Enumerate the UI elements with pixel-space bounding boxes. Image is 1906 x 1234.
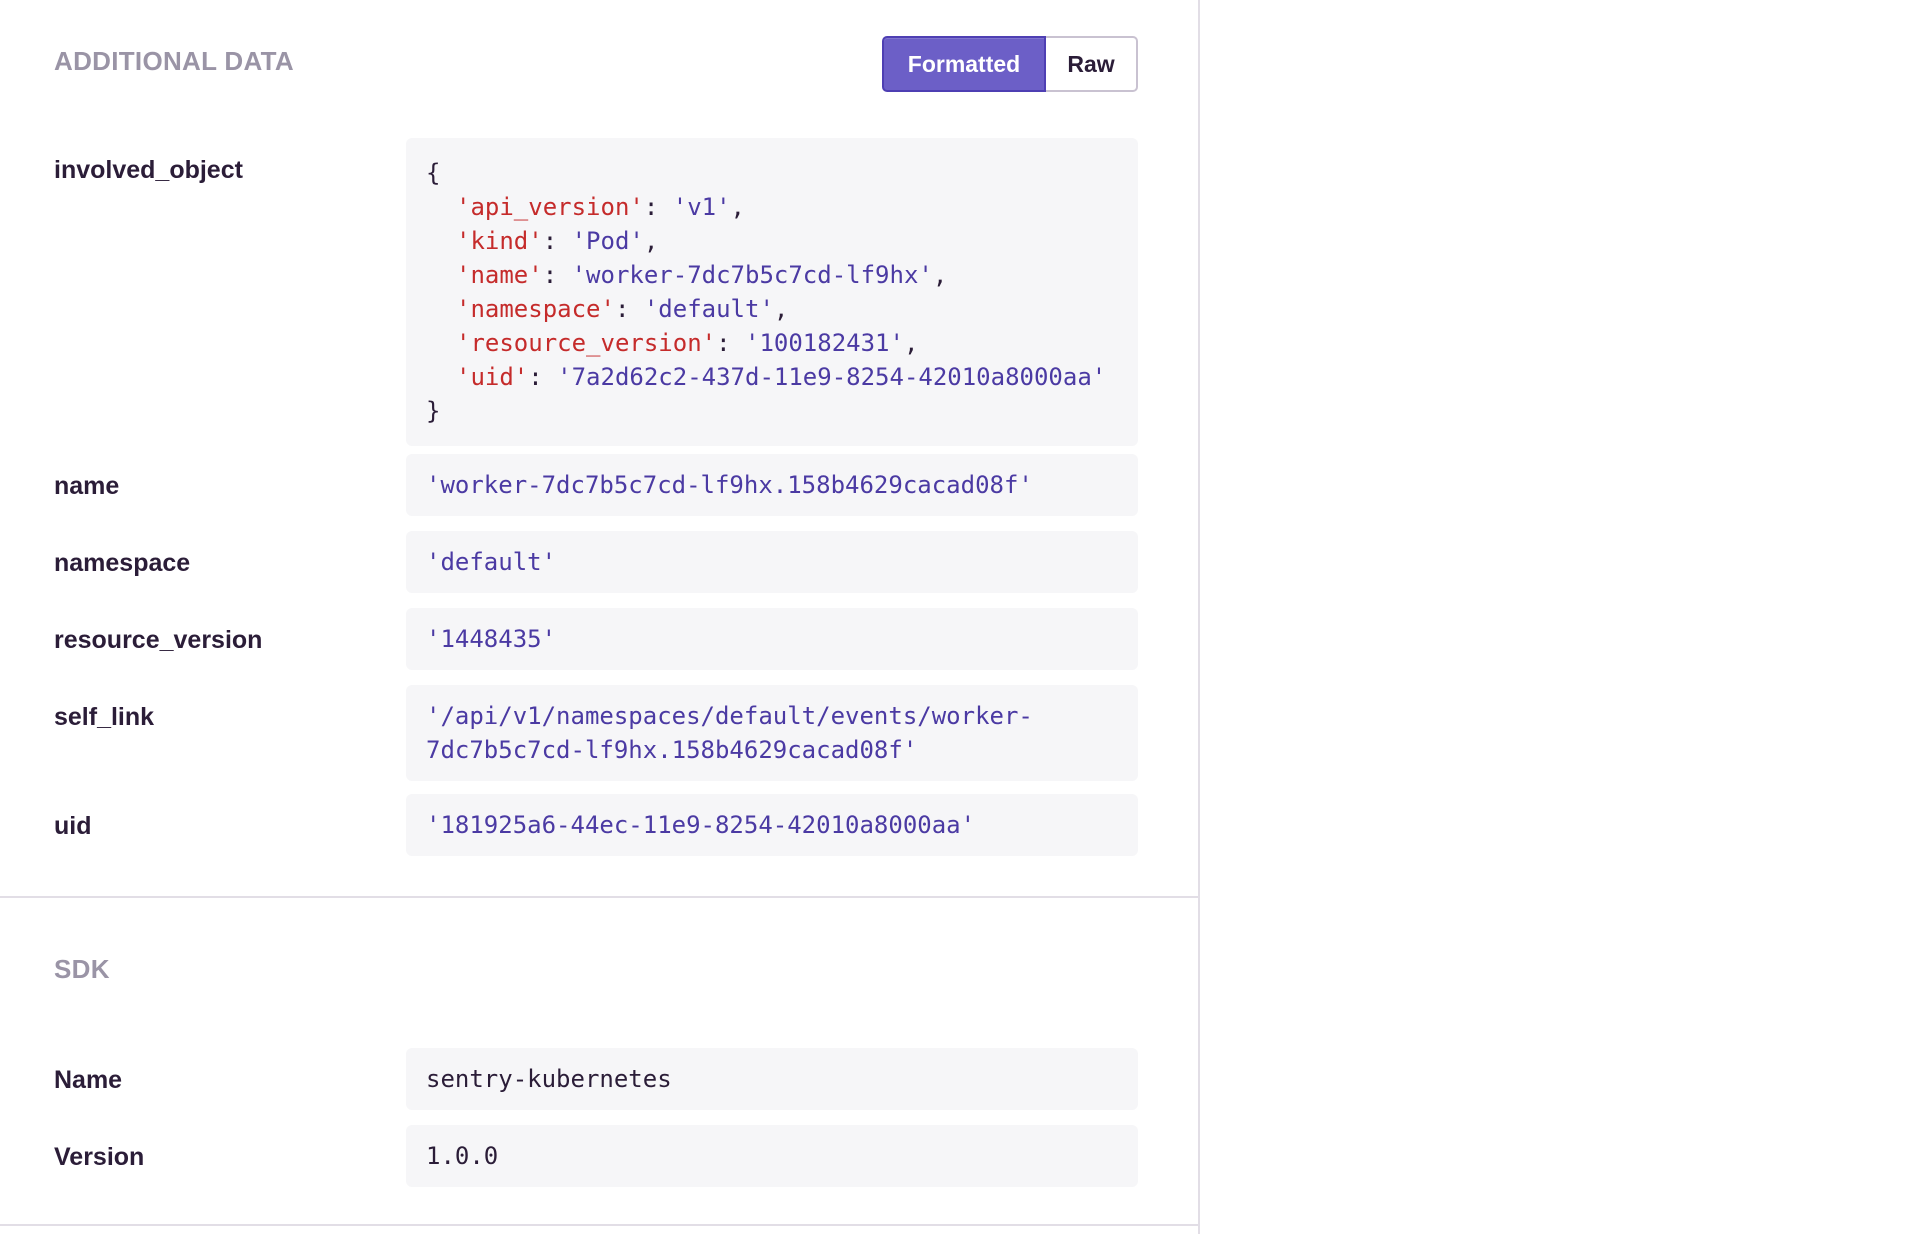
kv-row-namespace: namespace 'default' — [54, 531, 1138, 593]
kv-value: 'worker-7dc7b5c7cd-lf9hx.158b4629cacad08… — [406, 454, 1138, 516]
code-close-brace: } — [426, 397, 441, 425]
kv-value-line: '/api/v1/namespaces/default/events/worke… — [426, 702, 1033, 730]
raw-button[interactable]: Raw — [1046, 36, 1138, 92]
kv-key: name — [54, 472, 120, 500]
json-separator: : — [614, 295, 644, 323]
json-separator: : — [716, 329, 745, 357]
kv-value: sentry-kubernetes — [406, 1048, 1138, 1110]
kv-value: 1.0.0 — [406, 1125, 1138, 1187]
code-field-line: 'resource_version': '100182431', — [426, 326, 1118, 360]
event-detail-panel: ADDITIONAL DATA Formatted Raw involved_o… — [0, 0, 1200, 1234]
section-title: ADDITIONAL DATA — [54, 46, 294, 76]
code-field-line: 'api_version': 'v1', — [426, 190, 1118, 224]
format-toggle: Formatted Raw — [882, 36, 1138, 92]
code-field-line: 'name': 'worker-7dc7b5c7cd-lf9hx', — [426, 258, 1118, 292]
json-value: '7a2d62c2-437d-11e9-8254-42010a8000aa' — [557, 363, 1107, 391]
kv-key: self_link — [54, 703, 155, 731]
kv-row-uid: uid '181925a6-44ec-11e9-8254-42010a8000a… — [54, 794, 1138, 856]
json-trailing-comma: , — [730, 193, 745, 221]
kv-row-self-link: self_link '/api/v1/namespaces/default/ev… — [54, 685, 1138, 781]
formatted-button[interactable]: Formatted — [882, 36, 1046, 92]
kv-row-resource-version: resource_version '1448435' — [54, 608, 1138, 670]
kv-key: Name — [54, 1066, 123, 1094]
json-trailing-comma: , — [643, 227, 659, 255]
json-trailing-comma: , — [773, 295, 789, 323]
json-separator: : — [542, 261, 572, 289]
json-value: 'worker-7dc7b5c7cd-lf9hx' — [571, 261, 933, 289]
json-key: 'uid' — [456, 363, 529, 391]
json-value: 'default' — [643, 295, 774, 323]
json-key: 'api_version' — [456, 193, 644, 221]
kv-key: uid — [54, 812, 92, 840]
sdk-section: SDK Name sentry-kubernetes Version 1.0.0 — [0, 898, 1198, 1226]
json-key: 'name' — [456, 261, 543, 289]
json-separator: : — [542, 227, 572, 255]
code-open-brace: { — [426, 159, 441, 187]
kv-key: involved_object — [54, 156, 243, 184]
json-key: 'kind' — [456, 227, 543, 255]
kv-value-line: 7dc7b5c7cd-lf9hx.158b4629cacad08f' — [426, 736, 918, 764]
kv-row-sdk-version: Version 1.0.0 — [54, 1125, 1138, 1187]
kv-value: '181925a6-44ec-11e9-8254-42010a8000aa' — [406, 794, 1138, 856]
json-separator: : — [643, 193, 673, 221]
json-trailing-comma: , — [932, 261, 948, 289]
json-separator: : — [528, 363, 558, 391]
kv-value: '1448435' — [406, 608, 1138, 670]
additional-data-section: ADDITIONAL DATA Formatted Raw involved_o… — [0, 0, 1198, 898]
kv-value-code-block: { 'api_version': 'v1','kind': 'Pod','nam… — [406, 138, 1138, 446]
kv-key: namespace — [54, 549, 191, 577]
json-value: 'Pod' — [571, 227, 644, 255]
json-value: '100182431' — [745, 329, 904, 357]
kv-row-name: name 'worker-7dc7b5c7cd-lf9hx.158b4629ca… — [54, 454, 1138, 516]
kv-row-sdk-name: Name sentry-kubernetes — [54, 1048, 1138, 1110]
kv-key: Version — [54, 1143, 145, 1171]
json-trailing-comma: , — [903, 329, 919, 357]
kv-value: '/api/v1/namespaces/default/events/worke… — [406, 685, 1138, 781]
kv-row-involved-object: involved_object { 'api_version': 'v1','k… — [54, 138, 1138, 446]
json-value: 'v1' — [672, 193, 731, 221]
kv-value: 'default' — [406, 531, 1138, 593]
code-field-line: 'kind': 'Pod', — [426, 224, 1118, 258]
json-key: 'namespace' — [456, 295, 615, 323]
json-key: 'resource_version' — [456, 329, 717, 357]
kv-key: resource_version — [54, 626, 263, 654]
section-title: SDK — [54, 954, 110, 984]
code-field-line: 'uid': '7a2d62c2-437d-11e9-8254-42010a80… — [426, 360, 1118, 394]
code-field-line: 'namespace': 'default', — [426, 292, 1118, 326]
